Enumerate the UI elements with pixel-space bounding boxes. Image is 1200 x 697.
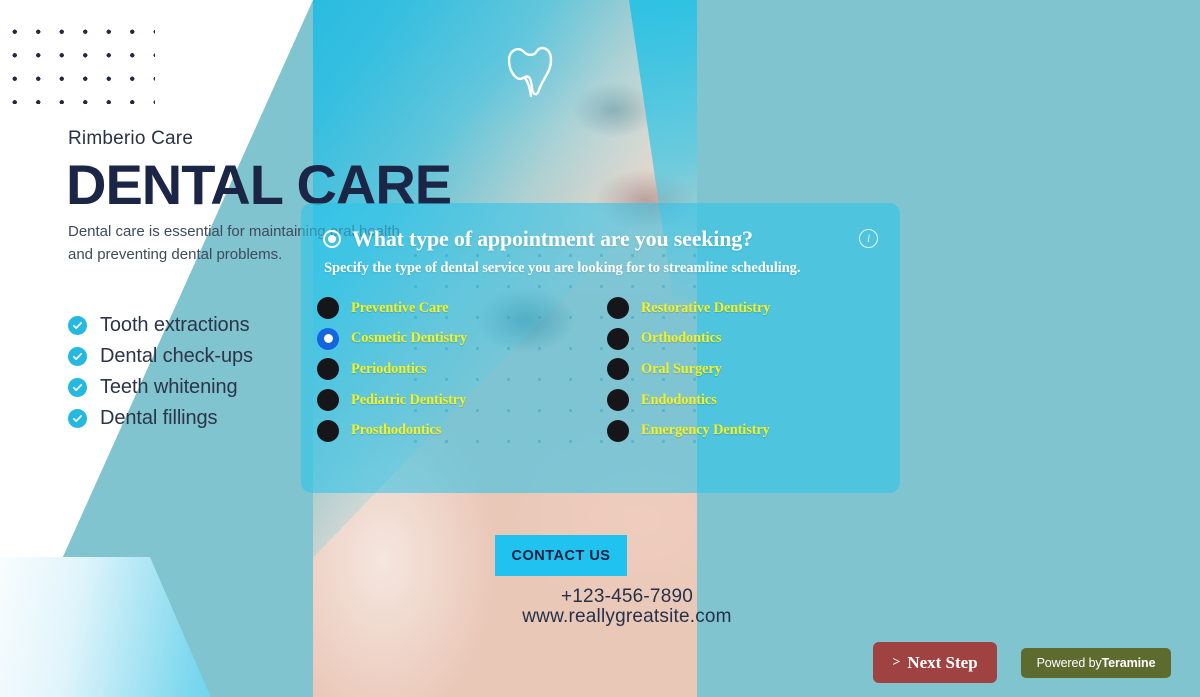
radio-icon[interactable]	[607, 358, 629, 381]
list-item-label: Dental fillings	[100, 406, 218, 429]
option-periodontics[interactable]: Periodontics	[317, 354, 587, 385]
dot-grid-decoration	[3, 20, 155, 104]
option-orthodontics[interactable]: Orthodontics	[607, 324, 877, 355]
option-label: Orthodontics	[641, 330, 722, 347]
option-label: Periodontics	[351, 360, 427, 377]
list-item-label: Tooth extractions	[100, 313, 250, 336]
check-circle-icon	[68, 377, 87, 397]
appointment-type-panel: What type of appointment are you seeking…	[301, 203, 900, 493]
options-grid: Preventive Care Cosmetic Dentistry Perio…	[317, 293, 884, 446]
info-icon[interactable]: i	[859, 229, 878, 248]
check-circle-icon	[68, 346, 87, 366]
option-pediatric-dentistry[interactable]: Pediatric Dentistry	[317, 385, 587, 416]
tooth-icon	[495, 38, 567, 110]
chevron-right-icon: >	[892, 654, 901, 670]
next-step-label: Next Step	[907, 652, 978, 672]
radio-icon[interactable]	[607, 297, 629, 320]
radio-icon[interactable]	[607, 327, 629, 350]
list-item: Dental check-ups	[68, 341, 253, 371]
radio-icon[interactable]	[317, 358, 339, 381]
contact-us-button[interactable]: CONTACT US	[495, 535, 627, 576]
check-circle-icon	[68, 408, 87, 428]
radio-selected-icon[interactable]	[317, 327, 339, 350]
website-url-text: www.reallygreatsite.com	[522, 606, 732, 627]
option-label: Cosmetic Dentistry	[351, 330, 468, 347]
powered-by-brand: Teramine	[1101, 656, 1156, 670]
panel-subtitle: Specify the type of dental service you a…	[324, 260, 801, 276]
option-restorative-dentistry[interactable]: Restorative Dentistry	[607, 293, 877, 324]
list-item-label: Teeth whitening	[100, 375, 238, 398]
radio-selected-icon	[323, 230, 341, 248]
option-label: Prosthodontics	[351, 422, 442, 439]
next-step-button[interactable]: > Next Step	[873, 642, 997, 683]
list-item: Tooth extractions	[68, 310, 253, 340]
option-label: Endodontics	[641, 391, 717, 408]
option-label: Restorative Dentistry	[641, 299, 771, 316]
option-emergency-dentistry[interactable]: Emergency Dentistry	[607, 415, 877, 446]
radio-icon[interactable]	[607, 389, 629, 412]
options-column-left: Preventive Care Cosmetic Dentistry Perio…	[317, 293, 587, 446]
option-oral-surgery[interactable]: Oral Surgery	[607, 354, 877, 385]
option-label: Oral Surgery	[641, 360, 722, 377]
list-item: Dental fillings	[68, 403, 253, 433]
option-endodontics[interactable]: Endodontics	[607, 385, 877, 416]
radio-icon[interactable]	[317, 297, 339, 320]
option-cosmetic-dentistry[interactable]: Cosmetic Dentistry	[317, 324, 587, 355]
radio-icon[interactable]	[607, 419, 629, 442]
brand-name: Rimberio Care	[68, 128, 194, 149]
radio-icon[interactable]	[317, 389, 339, 412]
options-column-right: Restorative Dentistry Orthodontics Oral …	[607, 293, 877, 446]
radio-icon[interactable]	[317, 419, 339, 442]
option-label: Emergency Dentistry	[641, 422, 770, 439]
option-label: Preventive Care	[351, 299, 449, 316]
powered-by-badge[interactable]: Powered by Teramine	[1021, 648, 1171, 678]
option-preventive-care[interactable]: Preventive Care	[317, 293, 587, 324]
option-label: Pediatric Dentistry	[351, 391, 467, 408]
list-item-label: Dental check-ups	[100, 344, 253, 367]
list-item: Teeth whitening	[68, 372, 253, 402]
services-list: Tooth extractions Dental check-ups Teeth…	[68, 310, 253, 434]
option-prosthodontics[interactable]: Prosthodontics	[317, 415, 587, 446]
panel-title-row: What type of appointment are you seeking…	[323, 226, 753, 252]
check-circle-icon	[68, 315, 87, 335]
panel-title: What type of appointment are you seeking…	[352, 226, 753, 251]
powered-by-prefix: Powered by	[1036, 656, 1102, 670]
slide-canvas: Rimberio Care DENTAL CARE Dental care is…	[0, 0, 1200, 697]
